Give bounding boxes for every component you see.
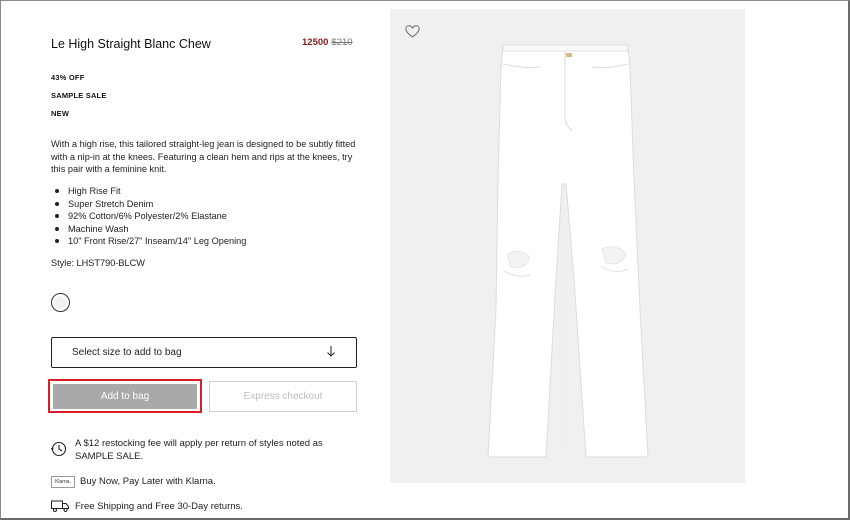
clock-icon <box>51 437 75 457</box>
restocking-notice: A $12 restocking fee will apply per retu… <box>51 437 361 463</box>
feature-item: High Rise Fit <box>51 185 246 198</box>
restocking-text: A $12 restocking fee will apply per retu… <box>75 438 323 462</box>
product-title: Le High Straight Blanc Chew <box>51 37 211 51</box>
product-price: 12500 $210 <box>302 37 353 48</box>
add-to-bag-button[interactable]: Add to bag <box>53 384 197 409</box>
feature-item: 10" Front Rise/27" Inseam/14" Leg Openin… <box>51 235 246 248</box>
style-number: Style: LHST790-BLCW <box>51 258 145 268</box>
size-select[interactable]: Select size to add to bag <box>51 337 357 368</box>
product-description: With a high rise, this tailored straight… <box>51 139 356 174</box>
product-image-panel <box>390 9 745 483</box>
express-checkout-button[interactable]: Express checkout <box>209 381 357 412</box>
discount-badge: 43% OFF <box>51 73 85 82</box>
sale-price: 12500 <box>302 37 329 48</box>
feature-list: High Rise Fit Super Stretch Denim 92% Co… <box>51 185 246 248</box>
klarna-row: Klarna. Buy Now, Pay Later with Klarna. <box>51 475 216 488</box>
original-price: $210 <box>331 37 353 48</box>
klarna-logo: Klarna. <box>51 476 75 488</box>
truck-icon <box>51 500 75 512</box>
size-select-label: Select size to add to bag <box>72 347 182 358</box>
sample-sale-badge: SAMPLE SALE <box>51 91 107 100</box>
arrow-down-icon <box>326 345 336 360</box>
klarna-text: Buy Now, Pay Later with Klarna. <box>80 476 216 487</box>
shipping-text: Free Shipping and Free 30-Day returns. <box>75 501 243 512</box>
shipping-row: Free Shipping and Free 30-Day returns. <box>51 500 243 513</box>
feature-item: Machine Wash <box>51 223 246 236</box>
feature-item: Super Stretch Denim <box>51 198 246 211</box>
new-badge: NEW <box>51 109 70 118</box>
feature-item: 92% Cotton/6% Polyester/2% Elastane <box>51 210 246 223</box>
jeans-product-image <box>487 44 649 458</box>
color-swatch[interactable] <box>51 293 70 312</box>
